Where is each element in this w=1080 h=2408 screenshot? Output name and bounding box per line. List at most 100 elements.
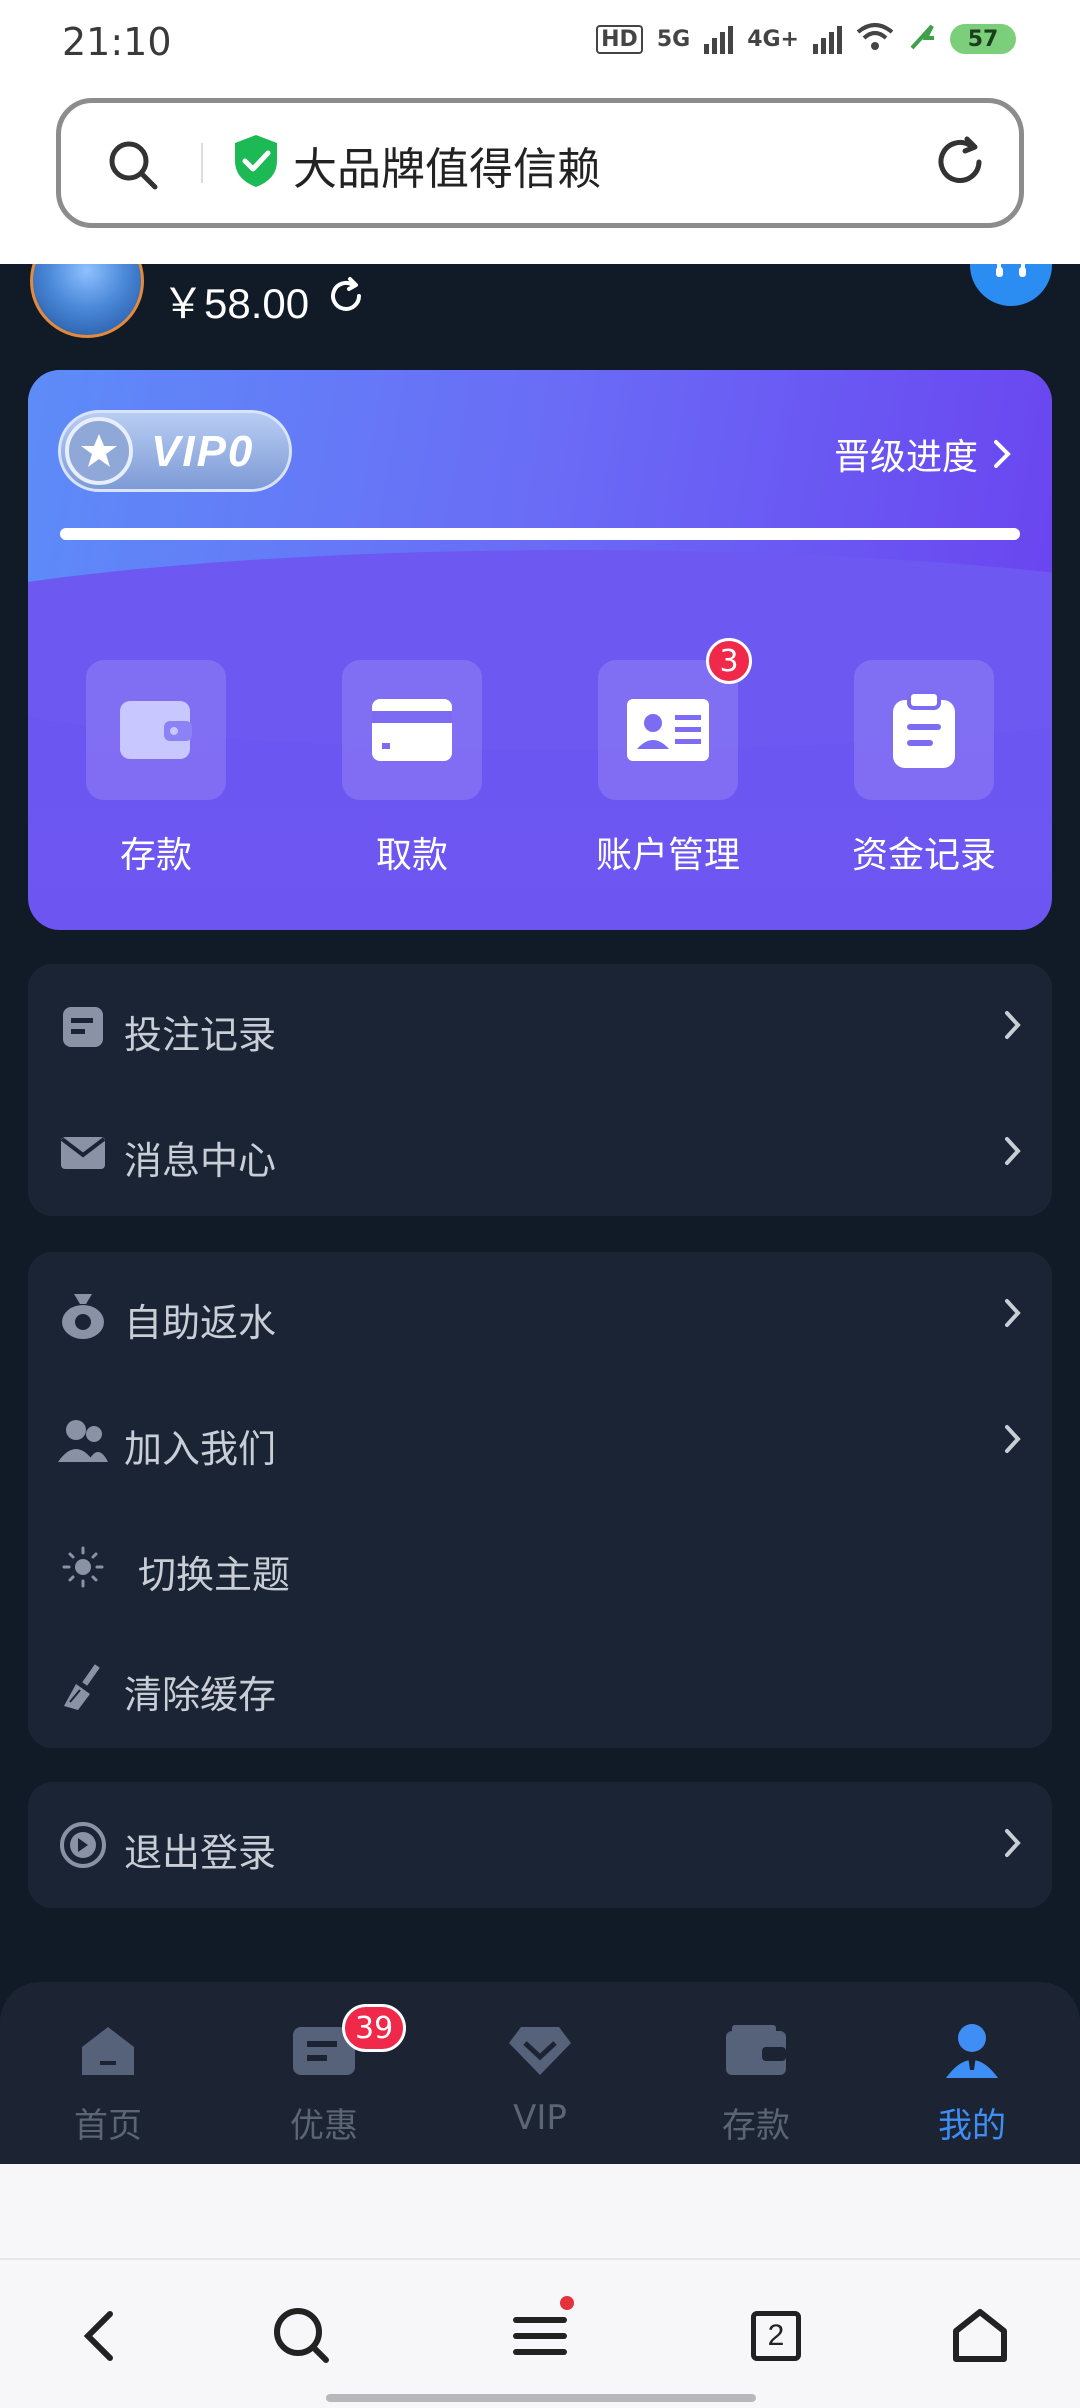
refresh-balance-icon[interactable] xyxy=(326,276,366,320)
wallet-icon xyxy=(86,660,226,800)
vip-card: VIP0 晋级进度 存款 取款 3 账户管理 资金记录 xyxy=(28,370,1052,930)
vip-level-text: VIP0 xyxy=(151,427,255,476)
customer-service-button[interactable] xyxy=(970,264,1052,306)
signal-icon xyxy=(813,24,842,54)
fund-records-label: 资金记录 xyxy=(851,835,996,876)
hamburger-menu-icon xyxy=(513,2317,567,2355)
money-bag-icon xyxy=(58,1290,108,1340)
menu-item-clear-cache[interactable]: 清除缓存 xyxy=(28,1624,1052,1748)
hd-indicator: HD xyxy=(596,24,643,54)
tab-label: 我的 xyxy=(938,2106,1006,2146)
notification-badge: 39 xyxy=(342,2004,407,2052)
status-bar: 21:10 HD 5G 4G+ 57 xyxy=(0,0,1080,86)
tab-label: 优惠 xyxy=(290,2106,358,2146)
balance-amount: ￥58.00 xyxy=(162,280,310,327)
menu-item-label: 消息中心 xyxy=(124,1139,277,1183)
tab-label: 存款 xyxy=(722,2106,790,2146)
deposit-label: 存款 xyxy=(119,835,192,876)
menu-item-label: 退出登录 xyxy=(124,1831,277,1875)
tab-deposit[interactable]: 存款 xyxy=(648,1982,864,2164)
chevron-right-icon xyxy=(1004,1826,1022,1864)
notification-dot xyxy=(560,2296,574,2310)
vip-level-badge: VIP0 xyxy=(58,410,292,492)
home-icon xyxy=(73,2016,143,2086)
menu-item-message-center[interactable]: 消息中心 xyxy=(28,1090,1052,1216)
tabs-count: 2 xyxy=(767,2319,785,2352)
upgrade-progress-link[interactable]: 晋级进度 xyxy=(834,428,1012,480)
sun-icon xyxy=(58,1542,108,1592)
star-icon xyxy=(65,417,133,485)
search-icon xyxy=(274,2308,329,2363)
logout-icon xyxy=(58,1820,108,1870)
clipboard-icon xyxy=(854,660,994,800)
back-button[interactable] xyxy=(60,2296,140,2376)
account-management-label: 账户管理 xyxy=(595,835,740,876)
menu-item-label: 加入我们 xyxy=(124,1427,277,1471)
users-icon xyxy=(58,1416,108,1466)
shield-check-icon xyxy=(231,133,281,193)
status-icons: HD 5G 4G+ 57 xyxy=(596,22,1016,56)
chevron-left-icon xyxy=(83,2311,113,2361)
avatar[interactable] xyxy=(30,264,144,338)
menu-group-records: 投注记录 消息中心 xyxy=(28,964,1052,1216)
vip-progress-bar xyxy=(60,528,1020,540)
battery-indicator: 57 xyxy=(950,24,1016,54)
chevron-right-icon xyxy=(994,440,1011,468)
address-text[interactable]: 大品牌值得信赖 xyxy=(293,133,601,197)
tab-label: VIP xyxy=(513,2098,567,2138)
tab-home[interactable]: 首页 xyxy=(0,1982,216,2164)
withdraw-label: 取款 xyxy=(375,835,448,876)
notification-badge: 3 xyxy=(706,638,752,684)
tab-label: 首页 xyxy=(74,2106,142,2146)
browser-toolbar: 大品牌值得信赖 xyxy=(0,86,1080,264)
menu-button[interactable] xyxy=(500,2296,580,2376)
menu-item-label: 自助返水 xyxy=(124,1301,277,1345)
deposit-action[interactable]: 存款 xyxy=(28,660,284,878)
user-icon xyxy=(937,2016,1007,2086)
tab-promotions[interactable]: 39 优惠 xyxy=(216,1982,432,2164)
tabs-button[interactable]: 2 xyxy=(736,2296,816,2376)
charging-icon xyxy=(908,22,936,56)
menu-item-label: 清除缓存 xyxy=(124,1673,277,1717)
menu-item-bet-records[interactable]: 投注记录 xyxy=(28,964,1052,1090)
tabs-count-icon: 2 xyxy=(751,2311,801,2361)
app-content: ￥58.00 VIP0 晋级进度 存款 取款 3 账户管理 资金记录 投注记录 … xyxy=(0,264,1080,2164)
browser-bottom-nav: 2 xyxy=(0,2258,1080,2408)
bottom-tab-bar: 首页 39 优惠 VIP 存款 我的 xyxy=(0,1982,1080,2164)
wallet-icon xyxy=(721,2016,791,2086)
tab-vip[interactable]: VIP xyxy=(432,1982,648,2164)
chevron-right-icon xyxy=(1004,1134,1022,1172)
search-button[interactable] xyxy=(262,2296,342,2376)
diamond-icon xyxy=(505,2016,575,2086)
network-4g-label: 4G+ xyxy=(747,26,799,52)
menu-item-label: 投注记录 xyxy=(124,1013,277,1057)
menu-item-join-us[interactable]: 加入我们 xyxy=(28,1378,1052,1504)
chevron-right-icon xyxy=(1004,1008,1022,1046)
status-time: 21:10 xyxy=(62,20,172,64)
fund-records-action[interactable]: 资金记录 xyxy=(796,660,1052,878)
vip-progress-fill xyxy=(60,528,1020,540)
envelope-icon xyxy=(58,1128,108,1178)
account-management-action[interactable]: 3 账户管理 xyxy=(540,638,796,878)
home-icon xyxy=(953,2309,1007,2362)
broom-icon xyxy=(58,1662,108,1712)
document-icon xyxy=(58,1002,108,1052)
tab-mine[interactable]: 我的 xyxy=(864,1982,1080,2164)
chevron-right-icon xyxy=(1004,1296,1022,1334)
home-indicator xyxy=(326,2394,756,2402)
menu-group-tools: 自助返水 加入我们 切换主题 清除缓存 xyxy=(28,1252,1052,1748)
menu-item-switch-theme[interactable]: 切换主题 xyxy=(28,1504,1052,1624)
menu-group-logout: 退出登录 xyxy=(28,1782,1052,1908)
chevron-right-icon xyxy=(1004,1422,1022,1460)
withdraw-action[interactable]: 取款 xyxy=(284,660,540,878)
address-bar[interactable]: 大品牌值得信赖 xyxy=(56,98,1024,228)
search-icon[interactable] xyxy=(107,139,159,195)
divider xyxy=(201,143,203,183)
signal-icon xyxy=(704,24,734,54)
home-button[interactable] xyxy=(940,2296,1020,2376)
network-5g-label: 5G xyxy=(656,26,691,52)
menu-item-label: 切换主题 xyxy=(138,1553,291,1597)
menu-item-logout[interactable]: 退出登录 xyxy=(28,1782,1052,1908)
menu-item-self-rebate[interactable]: 自助返水 xyxy=(28,1252,1052,1378)
reload-icon[interactable] xyxy=(931,133,989,195)
